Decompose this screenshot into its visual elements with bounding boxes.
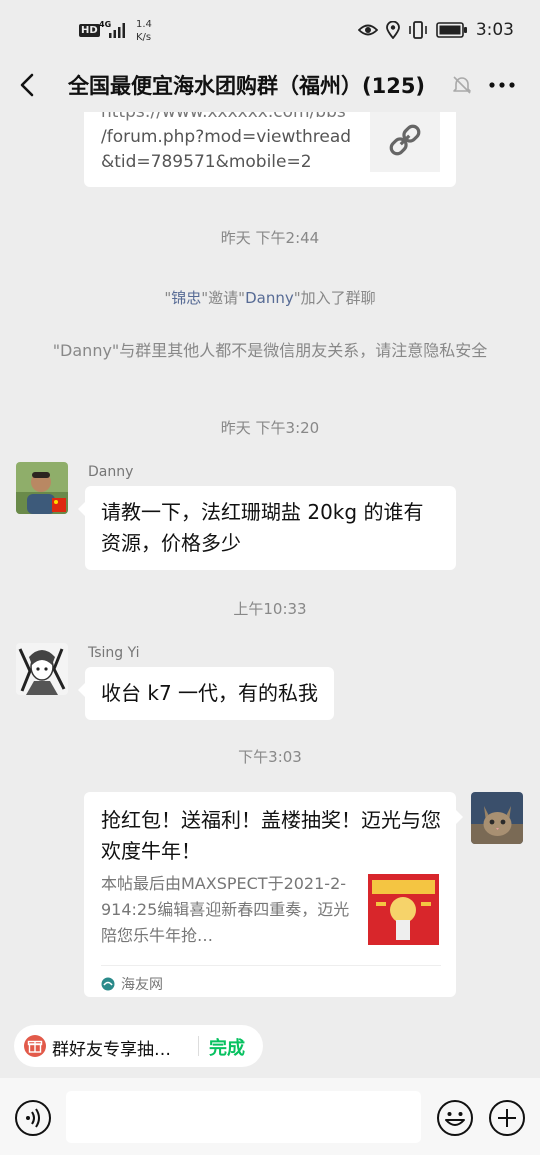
message-list[interactable]: https://www.xxxxxx.com/bbs /forum.php?mo…: [0, 112, 540, 1012]
eye-icon: [357, 24, 378, 36]
avatar-danny-image: [16, 462, 68, 514]
emoji-icon[interactable]: [436, 1099, 474, 1137]
speed-unit: K/s: [136, 32, 152, 43]
link-url-partial: https://www.xxxxxx.com/bbs: [101, 112, 346, 122]
chat-header: 全国最便宜海水团购群（福州）(125): [0, 60, 540, 112]
status-bar: HD 4G 1.4 K/s 3:03: [0, 0, 540, 60]
link-url: https://www.xxxxxx.com/bbs /forum.php?mo…: [101, 112, 361, 175]
status-right: 3:03: [357, 20, 514, 40]
speed-value: 1.4: [136, 19, 152, 30]
timestamp: 昨天 下午2:44: [220, 229, 320, 247]
avatar-self-image: [471, 792, 523, 844]
shared-link-card[interactable]: 抢红包！送福利！盖楼抽奖！迈光与您欢度牛年！ 本帖最后由MAXSPECT于202…: [84, 792, 463, 997]
timestamp: 下午3:03: [238, 748, 302, 766]
plus-icon[interactable]: [488, 1099, 526, 1137]
timestamp: 昨天 下午3:20: [220, 419, 320, 437]
link-icon: [389, 124, 421, 156]
signal-icon: [109, 23, 125, 38]
link-thumbnail: [370, 112, 440, 172]
message-bubble[interactable]: 收台 k7 一代，有的私我: [77, 667, 335, 720]
location-icon: [385, 21, 400, 39]
invite-suffix: "加入了群聊: [293, 289, 376, 307]
system-invite-message: "锦忠"邀请"Danny"加入了群聊: [0, 286, 540, 310]
share-title: 抢红包！送福利！盖楼抽奖！迈光与您欢度牛年！: [101, 808, 441, 863]
battery-icon: [436, 22, 467, 38]
source-logo-icon: [101, 977, 115, 991]
timestamp: 上午10:33: [233, 600, 307, 618]
link-url-line1: /forum.php?mod=viewthread: [101, 127, 352, 147]
avatar-self[interactable]: [471, 792, 523, 844]
message-input[interactable]: [66, 1091, 421, 1143]
invite-text: "邀请": [201, 289, 246, 307]
avatar-danny[interactable]: [16, 462, 68, 514]
clock: 3:03: [475, 20, 514, 40]
chat-input-bar: [0, 1078, 540, 1155]
sender-name: Tsing Yi: [88, 645, 140, 661]
message-bubble[interactable]: 请教一下，法红珊瑚盐 20kg 的谁有资源，价格多少: [78, 486, 456, 570]
network-speed: 1.4 K/s: [136, 18, 152, 44]
share-source: 海友网: [101, 965, 441, 994]
back-arrow-icon[interactable]: [14, 70, 44, 100]
gift-icon: [24, 1035, 46, 1057]
invitee-link[interactable]: Danny: [245, 289, 294, 307]
done-button[interactable]: 完成: [209, 1034, 245, 1060]
more-options-icon[interactable]: [486, 72, 518, 98]
pinned-divider: [198, 1036, 199, 1056]
pinned-activity-pill[interactable]: 群好友专享抽… 完成: [14, 1025, 263, 1067]
chat-title: 全国最便宜海水团购群（福州）(125): [68, 74, 426, 98]
share-thumbnail: [368, 874, 439, 945]
link-message-card[interactable]: https://www.xxxxxx.com/bbs /forum.php?mo…: [84, 112, 456, 187]
avatar-tsing-yi[interactable]: [16, 643, 68, 695]
voice-input-icon[interactable]: [14, 1099, 52, 1137]
hd-badge: HD: [79, 24, 100, 37]
sender-name: Danny: [88, 464, 134, 480]
vibrate-icon: [409, 21, 427, 39]
share-source-name: 海友网: [121, 977, 163, 993]
mute-bell-icon: [453, 76, 471, 94]
inviter-link[interactable]: 锦忠: [171, 289, 201, 307]
link-url-line2: &tid=789571&mobile=2: [101, 152, 312, 172]
share-description: 本帖最后由MAXSPECT于2021-2-914:25编辑喜迎新春四重奏，迈光陪…: [101, 874, 350, 945]
pinned-text: 群好友专享抽…: [52, 1040, 171, 1060]
privacy-notice: "Danny"与群里其他人都不是微信朋友关系，请注意隐私安全: [52, 341, 488, 360]
avatar-tsing-yi-image: [16, 643, 68, 695]
